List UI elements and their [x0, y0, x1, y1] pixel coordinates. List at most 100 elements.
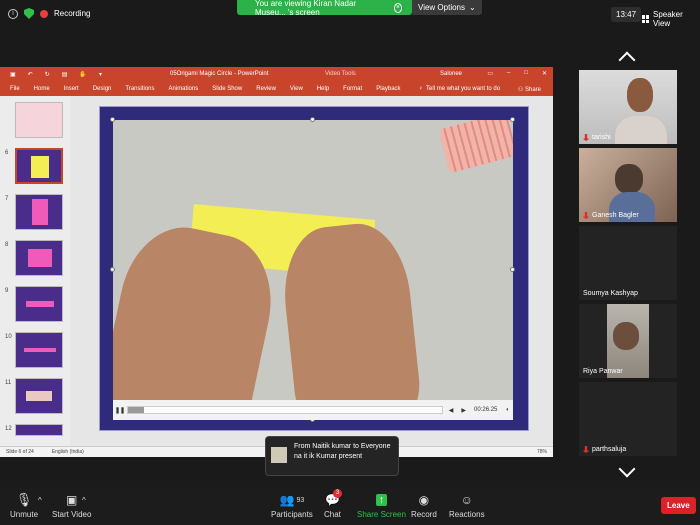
start-video-button[interactable]: ▣ ^ Start Video	[52, 492, 91, 519]
tab-view[interactable]: View	[290, 86, 303, 92]
viewing-screen-banner: You are viewing Kiran Nadar Museu... 's …	[237, 0, 412, 17]
participant-name-text: parthsaluja	[592, 446, 627, 453]
touch-mode-icon[interactable]: ✋	[79, 71, 86, 78]
scroll-down-icon[interactable]	[618, 466, 638, 476]
resize-handle[interactable]	[510, 117, 515, 122]
muted-mic-icon	[583, 212, 589, 219]
reactions-button[interactable]: ☺ Reactions	[449, 492, 485, 519]
record-icon: ◉	[418, 493, 430, 507]
participant-tile[interactable]: parthsaluja	[579, 382, 677, 456]
share-screen-button[interactable]: ↑ Share Screen	[357, 492, 406, 519]
record-button[interactable]: ◉ Record	[411, 492, 437, 519]
participant-face-image	[627, 78, 653, 112]
scroll-up-icon[interactable]	[618, 50, 638, 60]
muted-microphone-icon: 🎙	[15, 492, 33, 507]
tab-format[interactable]: Format	[343, 86, 362, 92]
ribbon-display-icon[interactable]: ▭	[487, 70, 493, 77]
slide-thumbnail-image[interactable]	[15, 332, 63, 368]
ppt-ribbon-tabs: File Home Insert Design Transitions Anim…	[0, 82, 553, 96]
recording-indicator[interactable]: i Recording	[8, 8, 90, 19]
info-icon[interactable]: i	[8, 8, 18, 19]
share-screen-icon: ↑	[375, 494, 388, 506]
close-icon[interactable]: ×	[393, 2, 402, 13]
tab-help[interactable]: Help	[317, 86, 329, 92]
recording-label: Recording	[54, 9, 91, 18]
unmute-label: Unmute	[10, 510, 39, 519]
seek-forward-icon[interactable]: ▶	[461, 407, 466, 414]
resize-handle[interactable]	[510, 267, 515, 272]
resize-handle[interactable]	[110, 267, 115, 272]
meeting-toolbar: 🎙 ^ Unmute ▣ ^ Start Video 👥 93 Participant…	[0, 487, 700, 525]
start-from-beginning-icon[interactable]: ▤	[62, 71, 68, 78]
language-status[interactable]: English (India)	[52, 449, 84, 455]
tell-me-search[interactable]: ♀ Tell me what you want to do	[419, 86, 501, 92]
embedded-video[interactable]	[113, 120, 513, 420]
volume-icon[interactable]: ◖	[505, 407, 509, 413]
tab-insert[interactable]: Insert	[64, 86, 79, 92]
participant-tile[interactable]: Ganesh Bagler	[579, 148, 677, 222]
chevron-up-icon[interactable]: ^	[82, 496, 86, 505]
seek-back-icon[interactable]: ◀	[449, 407, 454, 414]
ppt-title-bar: ▣ ↶ ↻ ▤ ✋ ▾ 05Origami Magic Circle - Pow…	[0, 67, 553, 82]
participant-tile[interactable]: Soumya Kashyap	[579, 226, 677, 300]
minimize-icon[interactable]: –	[507, 70, 510, 77]
chevron-down-icon: ⌄	[469, 3, 476, 12]
zoom-level[interactable]: 78%	[537, 449, 547, 455]
slide-thumbnail-pane[interactable]: 6 7 8 9 10 11 12	[0, 96, 70, 446]
slide-thumbnail-image[interactable]	[15, 424, 63, 436]
participants-count: 93	[296, 496, 305, 504]
record-label: Record	[411, 510, 437, 519]
chat-button[interactable]: 💬 3 Chat	[324, 489, 342, 519]
participant-tile[interactable]: Riya Panwar	[579, 304, 677, 378]
customize-toolbar-icon[interactable]: ▾	[99, 71, 102, 78]
participant-name-text: tarishi	[592, 134, 611, 141]
participants-icon: 👥	[279, 493, 295, 507]
reactions-icon: ☺	[460, 493, 473, 507]
participant-tile[interactable]: tarishi	[579, 70, 677, 144]
ppt-share-button[interactable]: ⚇ Share	[518, 86, 541, 93]
tab-slide-show[interactable]: Slide Show	[212, 86, 242, 92]
slide-thumbnail-image[interactable]	[15, 240, 63, 276]
chevron-up-icon[interactable]: ^	[38, 496, 42, 505]
participant-face-image	[613, 322, 639, 350]
tab-design[interactable]: Design	[93, 86, 112, 92]
tab-file[interactable]: File	[10, 86, 20, 92]
participant-name: Soumya Kashyap	[583, 290, 638, 297]
view-options-button[interactable]: View Options ⌄	[412, 0, 482, 15]
chat-notification[interactable]: From Naitik kumar to Everyone na it ik K…	[265, 436, 399, 476]
tab-transitions[interactable]: Transitions	[125, 86, 154, 92]
right-hand-image	[277, 219, 424, 420]
slide-number: 7	[5, 196, 9, 202]
speaker-view-label: Speaker View	[652, 10, 683, 28]
tab-animations[interactable]: Animations	[169, 86, 199, 92]
tab-playback[interactable]: Playback	[376, 86, 400, 92]
close-window-icon[interactable]: ✕	[542, 70, 547, 77]
slide-thumbnail-image[interactable]	[15, 102, 63, 138]
tab-home[interactable]: Home	[34, 86, 50, 92]
leave-button[interactable]: Leave	[661, 497, 696, 514]
slide-thumbnail-image[interactable]	[15, 286, 63, 322]
resize-handle[interactable]	[110, 117, 115, 122]
undo-icon[interactable]: ↶	[28, 71, 33, 78]
redo-icon[interactable]: ↻	[45, 71, 50, 78]
unmute-button[interactable]: 🎙 ^ Unmute	[10, 492, 42, 519]
security-shield-icon[interactable]	[24, 8, 34, 19]
pause-icon[interactable]: ❚❚	[113, 407, 127, 414]
video-progress-track[interactable]	[127, 406, 443, 414]
zoom-meeting-window: i Recording You are viewing Kiran Nadar …	[0, 0, 700, 525]
tab-review[interactable]: Review	[256, 86, 276, 92]
slide-thumbnail-image[interactable]	[15, 148, 63, 184]
grid-icon	[642, 15, 649, 23]
start-video-label: Start Video	[52, 510, 92, 519]
speaker-view-button[interactable]: Speaker View	[638, 7, 700, 31]
slide-thumbnail-image[interactable]	[15, 378, 63, 414]
resize-handle[interactable]	[310, 117, 315, 122]
video-tools-label: Video Tools	[325, 71, 356, 77]
save-icon[interactable]: ▣	[10, 71, 16, 78]
participants-button[interactable]: 👥 93 Participants	[271, 492, 313, 519]
viewing-label: You are viewing Kiran Nadar Museu... 's …	[255, 0, 357, 17]
slide-thumbnail-image[interactable]	[15, 194, 63, 230]
chat-message: na it ik Kumar present	[294, 453, 363, 460]
ppt-user-name[interactable]: Salonee	[440, 71, 462, 77]
maximize-icon[interactable]: □	[524, 70, 528, 77]
